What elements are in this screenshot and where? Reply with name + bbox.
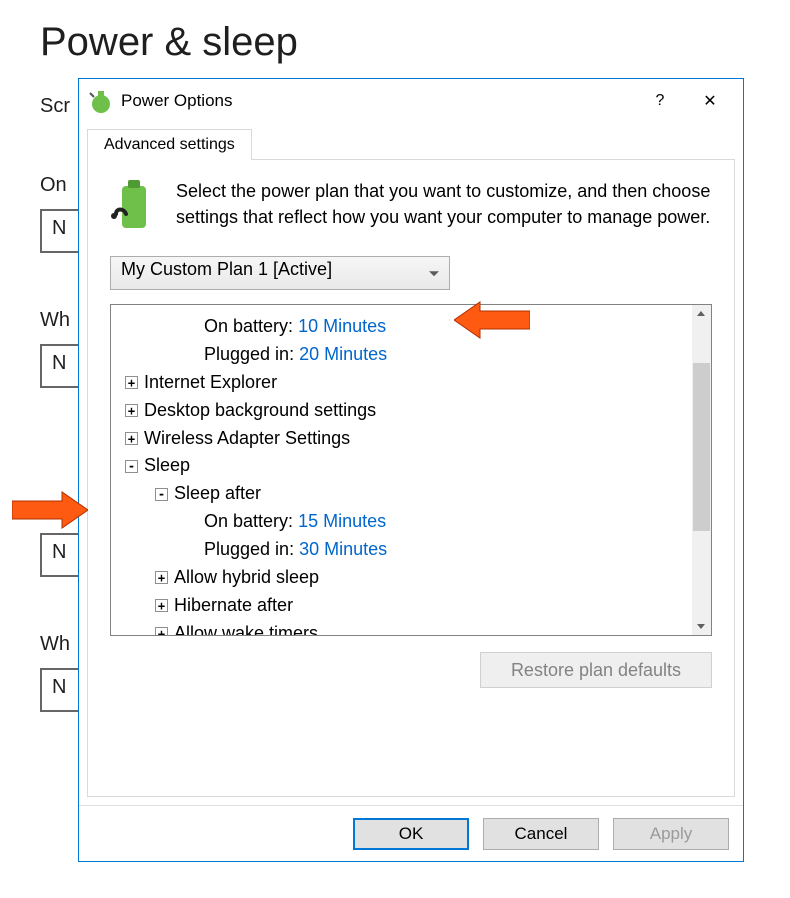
tree-scrollbar[interactable] [692,305,711,635]
apply-button[interactable]: Apply [613,818,729,850]
close-button[interactable]: ✕ [685,82,735,120]
dialog-title: Power Options [121,91,635,111]
help-button[interactable]: ? [635,82,685,120]
dialog-footer: OK Cancel Apply [79,805,743,861]
collapse-icon[interactable]: - [155,488,168,501]
tab-advanced-settings[interactable]: Advanced settings [87,129,252,160]
tree-item-plugged-in[interactable]: Plugged in: 20 Minutes [117,341,686,369]
tree-item-hibernate-after[interactable]: +Hibernate after [117,592,686,620]
titlebar[interactable]: Power Options ? ✕ [79,79,743,123]
tree-item-on-battery[interactable]: On battery: 10 Minutes [117,313,686,341]
power-options-icon [87,87,115,115]
expand-icon[interactable]: + [125,376,138,389]
expand-icon[interactable]: + [155,627,168,635]
expand-icon[interactable]: + [155,599,168,612]
tree-item-sleep-after[interactable]: -Sleep after [117,480,686,508]
description-text: Select the power plan that you want to c… [176,178,712,234]
settings-tree: On battery: 10 Minutes Plugged in: 20 Mi… [110,304,712,636]
tree-item-allow-wake-timers[interactable]: +Allow wake timers [117,620,686,635]
tree-item-internet-explorer[interactable]: +Internet Explorer [117,369,686,397]
tree-item-desktop-background[interactable]: +Desktop background settings [117,397,686,425]
battery-icon [110,178,158,234]
tree-item-sleep-plugged-in[interactable]: Plugged in: 30 Minutes [117,536,686,564]
plan-select[interactable]: My Custom Plan 1 [Active] [110,256,450,290]
power-options-dialog: Power Options ? ✕ Advanced settings Sele… [78,78,744,862]
expand-icon[interactable]: + [155,571,168,584]
scrollbar-thumb[interactable] [693,363,710,531]
plan-select-value: My Custom Plan 1 [Active] [121,259,332,279]
page-title: Power & sleep [40,20,750,65]
expand-icon[interactable]: + [125,432,138,445]
tabstrip: Advanced settings [79,123,743,160]
tab-panel: Select the power plan that you want to c… [87,159,735,797]
restore-defaults-button[interactable]: Restore plan defaults [480,652,712,688]
expand-icon[interactable]: + [125,404,138,417]
collapse-icon[interactable]: - [125,460,138,473]
tree-item-allow-hybrid-sleep[interactable]: +Allow hybrid sleep [117,564,686,592]
tree-item-sleep[interactable]: -Sleep [117,452,686,480]
cancel-button[interactable]: Cancel [483,818,599,850]
annotation-arrow-left-icon [454,298,530,342]
annotation-arrow-right-icon [12,488,88,532]
ok-button[interactable]: OK [353,818,469,850]
tree-item-sleep-on-battery[interactable]: On battery: 15 Minutes [117,508,686,536]
tree-item-wireless-adapter[interactable]: +Wireless Adapter Settings [117,425,686,453]
